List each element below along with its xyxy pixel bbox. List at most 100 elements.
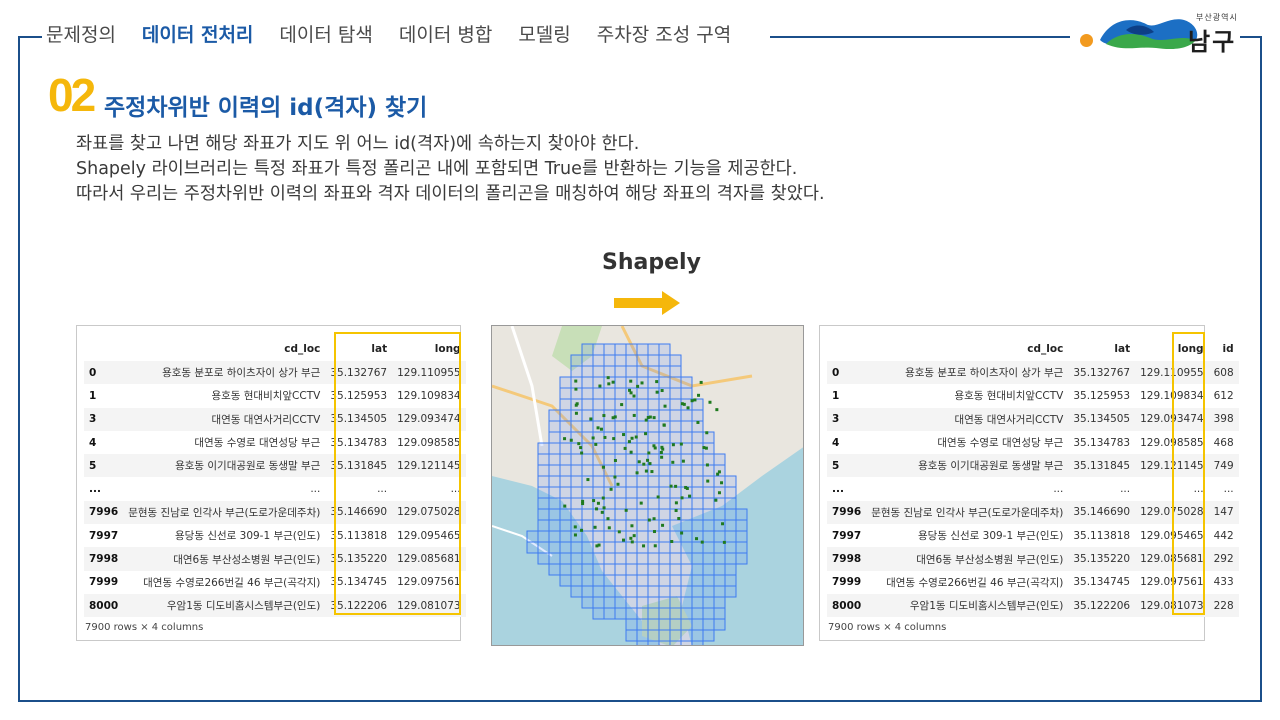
grid-cell [669,563,682,576]
lat-long-highlight-box [334,332,461,615]
violation-point [592,499,596,503]
grid-cell [581,420,594,433]
violation-point [652,530,656,534]
nav-item-merge[interactable]: 데이터 병합 [399,20,492,47]
table-cell: 용호동 이기대공원로 동생말 부근 [866,454,1069,478]
grid-cell [603,398,616,411]
grid-cell [669,354,682,367]
output-dataframe: cd_loc lat long id 0 용호동 분포로 하이츠자이 상가 부근 3… [819,325,1239,641]
grid-cell [592,563,605,576]
grid-cell [603,497,616,510]
violation-point [688,494,692,498]
violation-point [609,487,613,491]
grid-cell [713,585,726,598]
grid-cell [636,563,649,576]
row-index: 7997 [89,529,119,542]
grid-cell [592,398,605,411]
violation-point [630,540,634,544]
violation-point [642,544,646,548]
grid-cell [647,475,660,488]
nav-item-preprocessing[interactable]: 데이터 전처리 [142,20,254,47]
nav-item-modeling[interactable]: 모델링 [518,20,570,47]
right-arrow-icon [614,291,680,315]
grid-cell [691,585,704,598]
grid-cell [691,519,704,532]
grid-cell [570,541,583,554]
grid-cell [614,519,627,532]
violation-point [662,423,666,427]
grid-cell [669,640,682,645]
grid-cell [548,486,561,499]
grid-cell [570,453,583,466]
grid-cell [724,574,737,587]
grid-cell [691,409,704,422]
grid-cell [724,519,737,532]
nav-item-parking-zone[interactable]: 주차장 조성 구역 [597,20,731,47]
grid-cell [647,541,660,554]
violation-point [720,481,724,485]
grid-cell [559,475,572,488]
grid-cell [658,475,671,488]
violation-point [595,544,599,548]
grid-cell [559,442,572,455]
grid-cell [625,585,638,598]
violation-point [596,501,600,505]
table-cell: 35.125953 [1073,389,1131,402]
grid-cell [636,552,649,565]
grid-cell [658,640,671,645]
violation-point [629,379,633,383]
row-index: 4 [89,436,97,449]
nav-item-problem-definition[interactable]: 문제정의 [46,20,116,47]
grid-cell [658,486,671,499]
grid-cell [603,343,616,356]
grid-cell [592,508,605,521]
violation-point [702,446,706,450]
grid-cell [724,475,737,488]
violation-point [637,460,641,464]
description-line: 좌표를 찾고 나면 해당 좌표가 지도 위 어느 id(격자)에 속하는지 찾아… [76,134,640,154]
row-index: ... [89,483,101,496]
nav-item-exploration[interactable]: 데이터 탐색 [279,20,372,47]
grid-cell [647,552,660,565]
grid-cell [559,563,572,576]
violation-point [620,403,624,407]
grid-cell [636,343,649,356]
grid-cell [647,596,660,609]
grid-cell [625,618,638,631]
table-cell: 749 [1208,454,1239,478]
row-index: 7996 [827,500,867,525]
grid-cell [581,387,594,400]
grid-cell [669,585,682,598]
grid-map[interactable] [491,325,804,646]
grid-cell [636,541,649,554]
grid-cell [702,574,715,587]
grid-cell [658,464,671,477]
grid-cell [702,464,715,477]
table-cell: 대연동 수영로 대연성당 부근 [937,437,1064,450]
violation-point [617,530,621,534]
table-caption: 7900 rows × 4 columns [828,622,947,633]
violation-point [650,470,654,474]
row-index: 5 [84,454,124,478]
grid-cell [691,574,704,587]
table-cell: 문현동 진남로 인각사 부근(도로가운데주차) [866,500,1069,525]
table-cell: 용당동 신선로 309-1 부근(인도) [918,530,1064,543]
violation-point [580,528,584,532]
violation-point [636,384,640,388]
grid-cell [713,508,726,521]
frame-top-mid-line [770,36,1070,38]
violation-point [679,442,683,446]
grid-cell [680,574,693,587]
grid-cell [669,442,682,455]
grid-cell [537,541,550,554]
grid-cell [636,365,649,378]
grid-cell [603,365,616,378]
violation-point [715,408,719,412]
grid-cell [548,497,561,510]
table-cell: 608 [1208,361,1239,385]
grid-cell [691,464,704,477]
grid-cell [680,376,693,389]
violation-point [593,525,597,529]
violation-point [629,450,633,454]
table-cell: 대연동 수영로266번길 46 부근(곡각지) [886,576,1064,589]
